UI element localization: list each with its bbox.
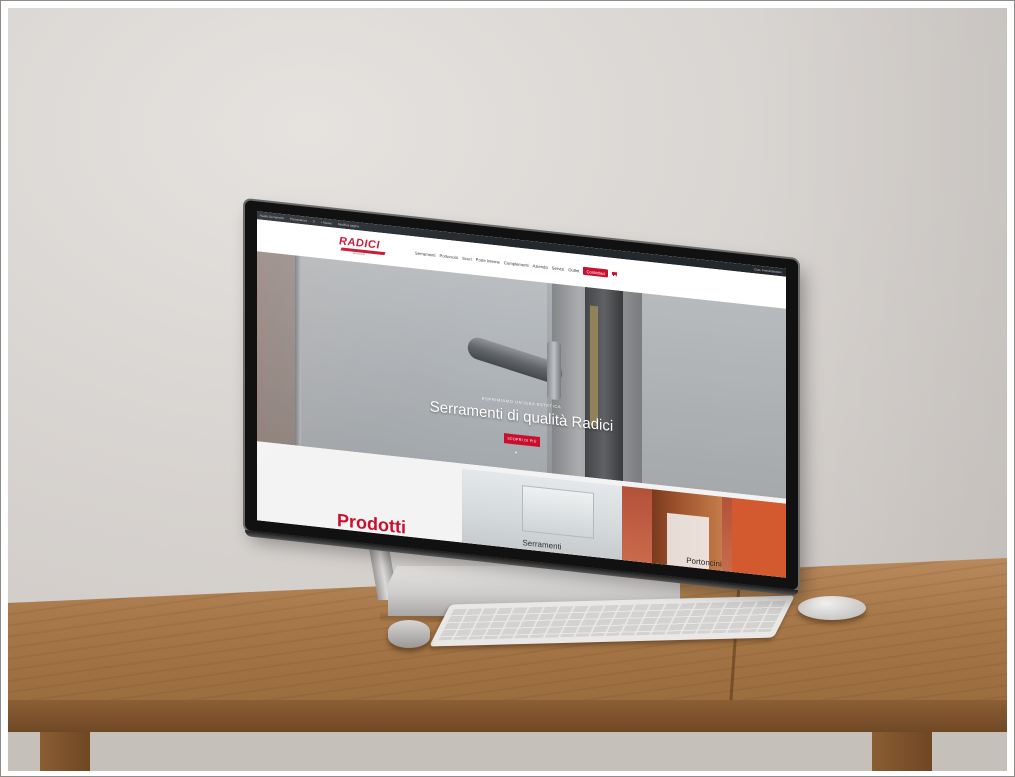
admin-bar-item[interactable]: + Nuovo xyxy=(321,220,332,225)
desk-leg-left xyxy=(40,732,90,771)
site-logo[interactable]: RADICI serramenti xyxy=(339,234,389,257)
nav-item-portoncini[interactable]: Portoncini xyxy=(439,253,458,260)
slider-dots xyxy=(515,451,517,454)
nav-item-serramenti[interactable]: Serramenti xyxy=(415,250,435,257)
nav-item-porte-interne[interactable]: Porte Interne xyxy=(476,257,500,265)
image-margin-top xyxy=(0,0,1015,8)
slider-dot[interactable] xyxy=(515,451,517,454)
desk-leg-right xyxy=(872,732,932,771)
under-desk-area xyxy=(8,732,1007,771)
nav-item-outlet[interactable]: Outlet xyxy=(568,267,579,273)
nav-item-scuri[interactable]: Scuri xyxy=(462,255,472,261)
monitor: Radici Serramenti Personalizza 0 + Nuovo… xyxy=(245,200,798,605)
nav-item-azienda[interactable]: Azienda xyxy=(533,263,548,270)
keyboard-key-rows xyxy=(438,600,787,641)
nav-item-complementi[interactable]: Complementi xyxy=(504,260,529,268)
logo-tagline: serramenti xyxy=(353,251,365,257)
monitor-screen: Radici Serramenti Personalizza 0 + Nuovo… xyxy=(257,211,786,578)
nav-contact-button[interactable]: Contattaci xyxy=(583,266,609,278)
image-margin-left xyxy=(0,0,8,777)
surface-dial[interactable] xyxy=(388,620,430,648)
serramenti-image xyxy=(522,485,594,539)
admin-bar-item[interactable]: Personalizza xyxy=(290,217,307,223)
image-margin-bottom xyxy=(0,771,1015,777)
nav-item-servizi[interactable]: Servizi xyxy=(552,265,565,271)
admin-bar-item[interactable]: Modifica pagina xyxy=(338,222,359,228)
mouse[interactable] xyxy=(798,596,866,620)
image-margin-right xyxy=(1007,0,1015,777)
desk-edge xyxy=(8,700,1007,732)
admin-bar-item[interactable]: 0 xyxy=(313,219,315,223)
cart-icon[interactable] xyxy=(612,271,618,277)
